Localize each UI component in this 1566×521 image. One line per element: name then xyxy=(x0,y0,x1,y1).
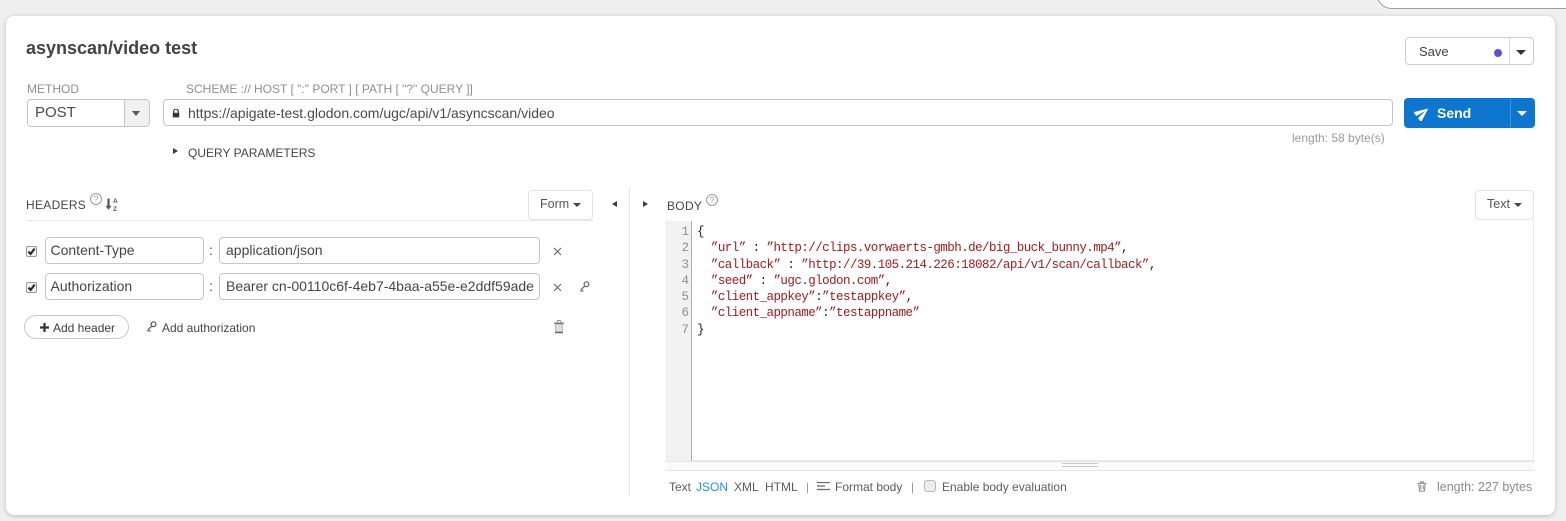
svg-text:A: A xyxy=(113,198,118,205)
svg-text:Z: Z xyxy=(113,206,117,212)
